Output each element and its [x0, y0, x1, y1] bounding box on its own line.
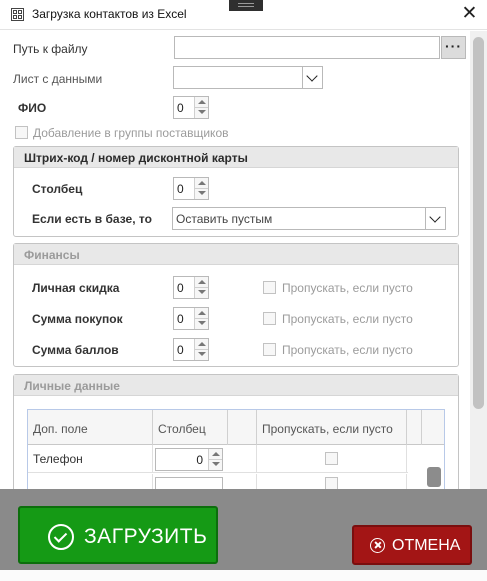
scrollbar-thumb[interactable] — [473, 37, 484, 409]
column-header[interactable]: Столбец — [153, 410, 228, 445]
purchases-skip-checkbox[interactable] — [263, 312, 276, 325]
finance-group-title: Финансы — [24, 248, 80, 262]
phone-skip-checkbox[interactable] — [325, 452, 338, 465]
footer-strip — [0, 570, 487, 581]
supplier-groups-label: Добавление в группы поставщиков — [33, 126, 229, 140]
points-skip-label: Пропускать, если пусто — [282, 343, 413, 357]
check-circle-icon — [48, 524, 74, 550]
fio-stepper[interactable]: 0 — [173, 96, 209, 119]
personal-group: Личные данные Доп. поле Столбец Пропуска… — [13, 374, 459, 489]
discount-skip-checkbox[interactable] — [263, 281, 276, 294]
phone-column-stepper[interactable]: 0 — [155, 448, 223, 471]
purchases-stepper[interactable]: 0 — [173, 307, 209, 330]
cancel-button[interactable]: ОТМЕНА — [352, 525, 472, 565]
barcode-group-title: Штрих-код / номер дисконтной карты — [24, 151, 248, 165]
load-button[interactable]: ЗАГРУЗИТЬ — [18, 506, 218, 564]
browse-button[interactable]: ··· — [441, 36, 466, 59]
table-row[interactable] — [28, 474, 408, 489]
excel-icon — [11, 8, 24, 21]
load-button-label: ЗАГРУЗИТЬ — [84, 525, 208, 548]
grid-scrollbar-thumb[interactable] — [427, 467, 441, 487]
chevron-down-icon[interactable] — [425, 208, 445, 229]
supplier-groups-checkbox[interactable] — [15, 126, 28, 139]
barcode-group: Штрих-код / номер дисконтной карты Столб… — [13, 146, 459, 237]
row-skip-checkbox[interactable] — [325, 477, 338, 489]
sheet-label: Лист с данными — [13, 72, 103, 86]
barcode-column-stepper[interactable]: 0 — [173, 177, 209, 200]
vertical-scrollbar[interactable] — [470, 31, 487, 489]
discount-stepper[interactable]: 0 — [173, 276, 209, 299]
drag-handle[interactable] — [229, 0, 263, 11]
discount-skip-label: Пропускать, если пусто — [282, 281, 413, 295]
close-circle-icon — [370, 538, 385, 553]
cancel-button-label: ОТМЕНА — [392, 537, 461, 554]
exists-select[interactable]: Оставить пустым — [172, 207, 446, 230]
column-header[interactable]: Пропускать, если пусто — [257, 410, 407, 445]
table-row[interactable]: Телефон 0 — [28, 445, 408, 473]
form-area: Путь к файлу ··· Лист с данными ФИО 0 До… — [0, 31, 470, 489]
field-name: Телефон — [33, 452, 83, 466]
dialog-content: Путь к файлу ··· Лист с данными ФИО 0 До… — [0, 31, 487, 489]
file-path-input[interactable] — [174, 36, 440, 59]
personal-fields-grid: Доп. поле Столбец Пропускать, если пусто… — [27, 409, 445, 489]
footer: ЗАГРУЗИТЬ ОТМЕНА — [0, 489, 487, 581]
finance-group: Финансы Личная скидка 0 Пропускать, если… — [13, 243, 459, 367]
title-bar: Загрузка контактов из Excel ✕ — [0, 0, 487, 30]
discount-label: Личная скидка — [32, 281, 120, 295]
exists-label: Если есть в базе, то — [32, 212, 152, 226]
grid-header: Доп. поле Столбец Пропускать, если пусто — [28, 410, 444, 445]
file-path-label: Путь к файлу — [13, 42, 88, 56]
personal-group-title: Личные данные — [24, 379, 120, 393]
points-stepper[interactable]: 0 — [173, 338, 209, 361]
purchases-label: Сумма покупок — [32, 312, 123, 326]
row-column-stepper[interactable] — [155, 477, 223, 489]
purchases-skip-label: Пропускать, если пусто — [282, 312, 413, 326]
close-icon: ✕ — [461, 3, 478, 24]
fio-label: ФИО — [18, 101, 47, 115]
sheet-select[interactable] — [173, 66, 323, 89]
column-header[interactable]: Доп. поле — [28, 410, 153, 445]
column-header — [407, 410, 422, 445]
column-header — [228, 410, 257, 445]
points-label: Сумма баллов — [32, 343, 119, 357]
close-button[interactable]: ✕ — [452, 0, 487, 30]
chevron-down-icon[interactable] — [302, 67, 322, 88]
barcode-column-label: Столбец — [32, 182, 83, 196]
window-title: Загрузка контактов из Excel — [32, 7, 187, 21]
points-skip-checkbox[interactable] — [263, 343, 276, 356]
